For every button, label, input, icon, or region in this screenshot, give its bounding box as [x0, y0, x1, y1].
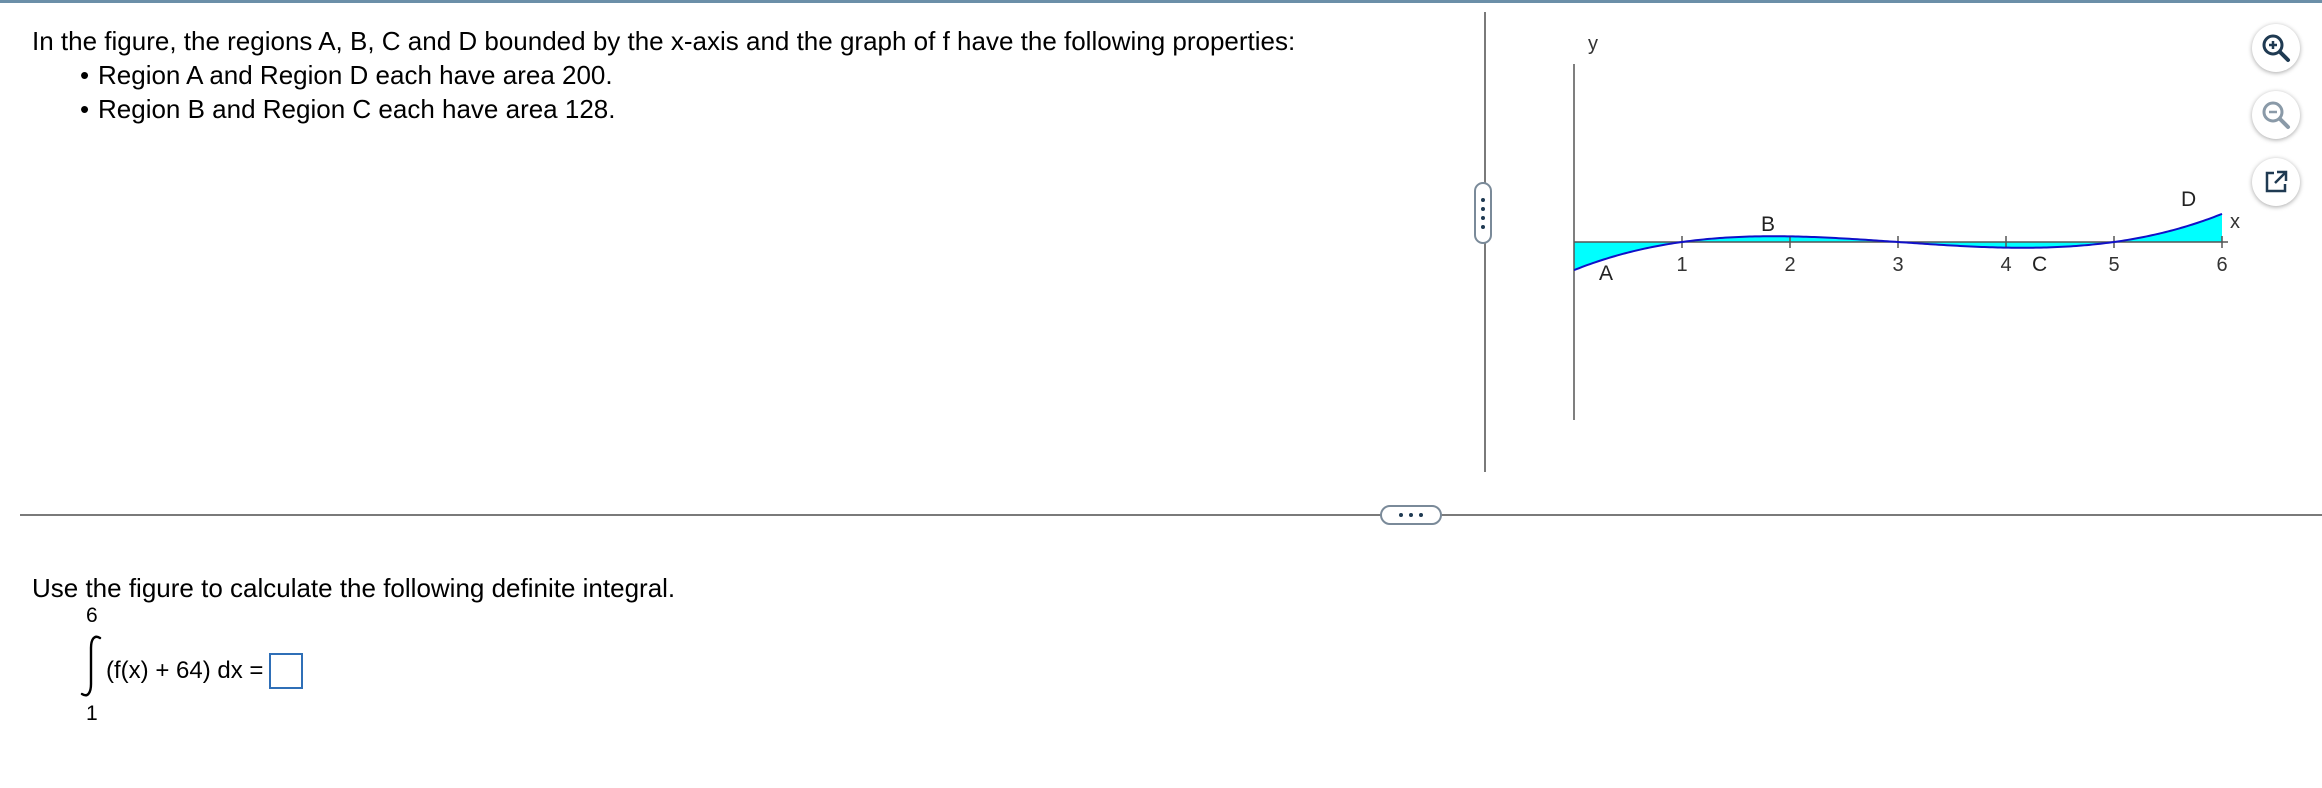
integral-sign-icon [80, 635, 102, 697]
handle-dot [1399, 513, 1403, 517]
horizontal-resize-handle[interactable] [1380, 505, 1442, 525]
region-label-d: D [2181, 188, 2196, 211]
zoom-out-icon [2262, 101, 2290, 129]
x-tick-label: 2 [1784, 254, 1795, 276]
integral-expression: (f(x) + 64) dx = [106, 653, 304, 689]
zoom-in-button[interactable] [2252, 24, 2300, 72]
region-label-a: A [1599, 262, 1613, 285]
handle-dot [1419, 513, 1423, 517]
page: In the figure, the regions A, B, C and D… [0, 0, 2322, 788]
handle-dot [1481, 206, 1485, 211]
region-label-c: C [2032, 253, 2047, 276]
x-tick-label: 1 [1676, 254, 1687, 276]
popout-button[interactable] [2252, 158, 2300, 206]
handle-dot [1481, 224, 1485, 229]
x-tick-label: 6 [2216, 254, 2227, 276]
region-label-b: B [1761, 213, 1775, 236]
x-tick-label: 3 [1892, 254, 1903, 276]
zoom-in-icon [2262, 34, 2290, 62]
x-tick-label: 5 [2108, 254, 2119, 276]
upper-limit: 6 [86, 604, 98, 627]
bullet-icon: • [80, 60, 90, 90]
problem-intro: In the figure, the regions A, B, C and D… [32, 26, 1296, 56]
property-item: • Region B and Region C each have area 1… [80, 92, 1472, 126]
function-graph: 1 2 3 4 5 6 y x A B C D [1573, 33, 2240, 420]
handle-dot [1409, 513, 1413, 517]
handle-dot [1481, 197, 1485, 202]
property-item: • Region A and Region D each have area 2… [80, 58, 1472, 92]
zoom-out-button[interactable] [2252, 91, 2300, 139]
definite-integral: 6 1 (f(x) + 64) dx = [72, 600, 472, 730]
integrand-text: (f(x) + 64) dx = [106, 657, 264, 684]
answer-input[interactable] [269, 653, 304, 689]
property-list: • Region A and Region D each have area 2… [32, 58, 1472, 126]
bullet-icon: • [80, 94, 90, 124]
property-text: Region A and Region D each have area 200… [98, 60, 613, 90]
lower-limit: 1 [86, 702, 98, 725]
property-text: Region B and Region C each have area 128… [98, 94, 616, 124]
y-axis-label: y [1588, 33, 1598, 55]
horizontal-divider [20, 514, 2322, 516]
external-link-icon [2265, 170, 2288, 193]
x-tick-label: 4 [2000, 254, 2011, 276]
x-axis-label: x [2230, 211, 2240, 233]
region-d-fill [2114, 213, 2222, 242]
vertical-resize-handle[interactable] [1474, 182, 1492, 244]
problem-statement: In the figure, the regions A, B, C and D… [32, 24, 1472, 126]
region-a-fill [1574, 242, 1682, 271]
handle-dot [1481, 215, 1485, 220]
